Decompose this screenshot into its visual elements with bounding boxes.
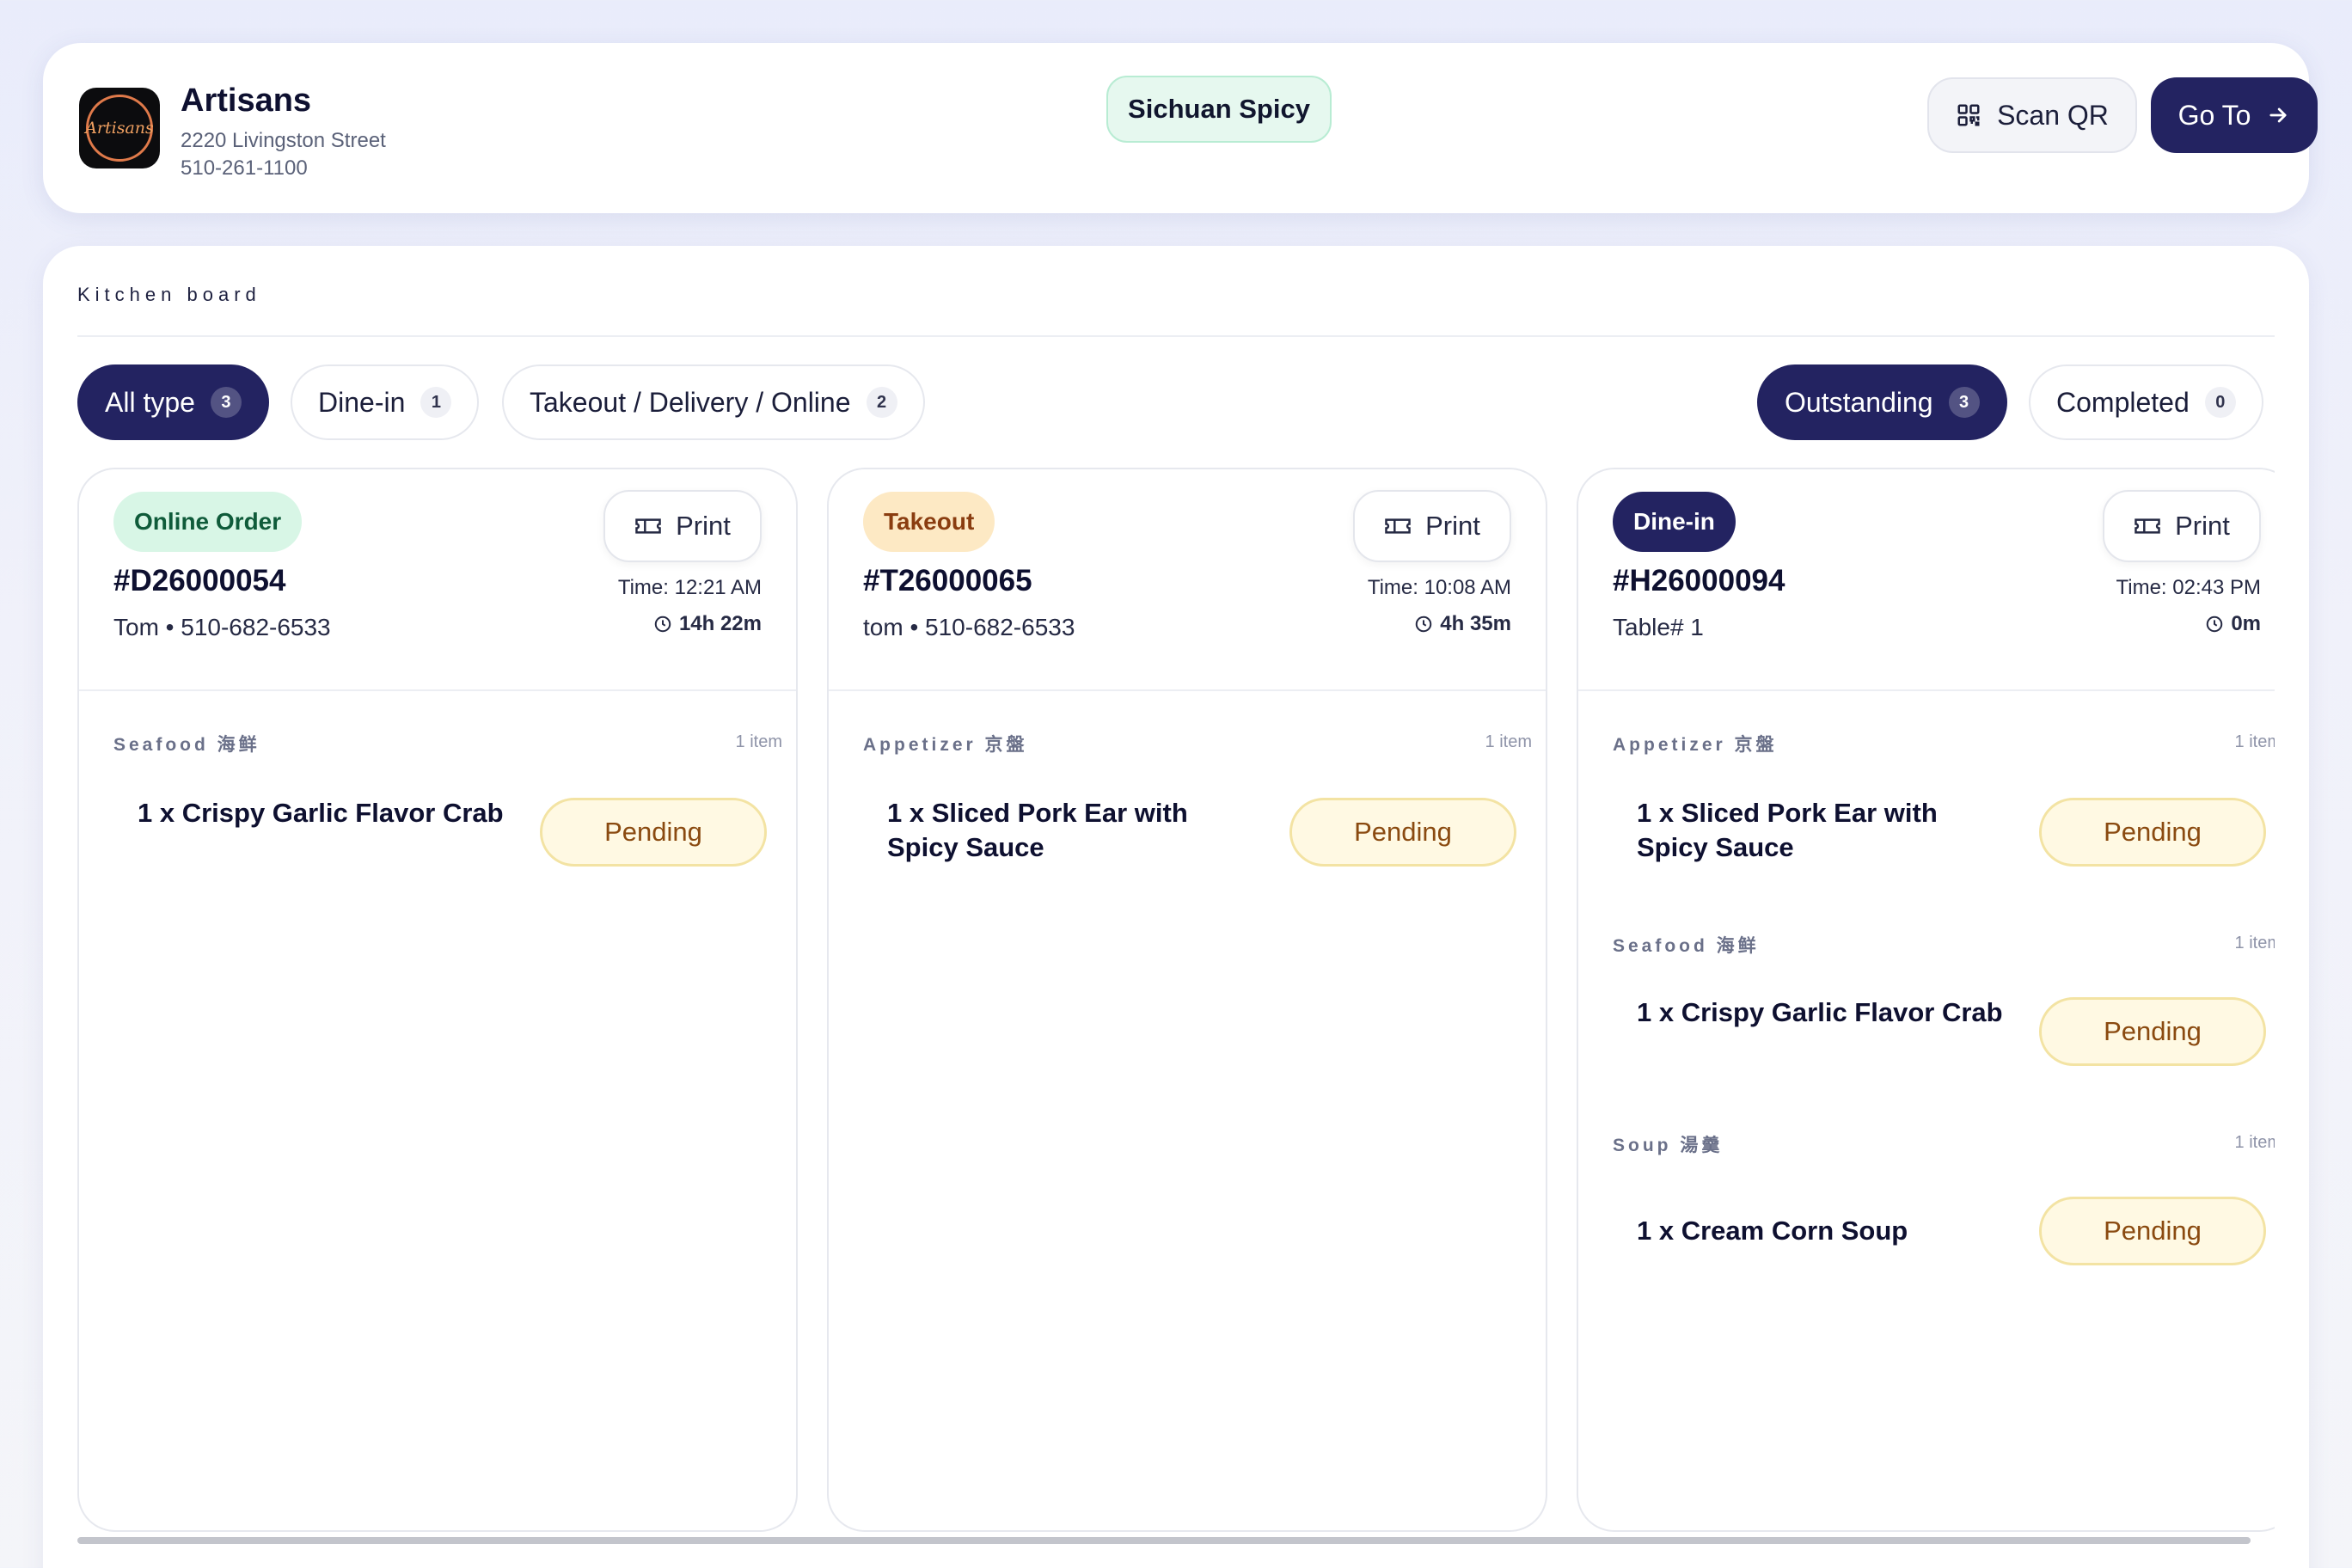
filter-takeout-delivery-online[interactable]: Takeout / Delivery / Online 2 [502,364,925,440]
order-divider [829,689,1546,691]
category-section: Seafood 海鲜 1 item [1613,932,2275,966]
category-section: Soup 湯羹 1 item [1613,1131,2275,1166]
order-item-name: 1 x Sliced Pork Ear with Spicy Sauce [887,798,1188,862]
order-customer: tom • 510-682-6533 [863,614,1075,640]
elapsed-value: 0m [2231,612,2261,635]
restaurant-phone: 510-261-1100 [181,156,308,180]
kitchen-board: Kitchen board All type 3 Dine-in 1 Takeo… [43,246,2309,1568]
restaurant-header: Artisans Artisans 2220 Livingston Street… [43,43,2318,213]
order-item-name: 1 x Sliced Pork Ear with Spicy Sauce [1637,798,1938,862]
filter-label: Dine-in [318,386,406,418]
order-type-badge: Takeout [863,492,995,552]
order-number: #T26000065 [863,564,1032,597]
category-title: Appetizer 京盤 [1613,735,1778,755]
filter-label: All type [105,386,195,418]
order-card: Takeout #T26000065 tom • 510-682-6533 Pr… [827,468,1547,1532]
item-status-button[interactable]: Pending [540,798,767,867]
board-title: Kitchen board [77,284,261,305]
category-title: Seafood 海鲜 [113,735,260,755]
elapsed-value: 4h 35m [1440,612,1511,635]
order-elapsed: 14h 22m [653,612,762,636]
filter-count: 2 [866,387,897,418]
category-section: Appetizer 京盤 1 item [863,731,1532,765]
board-divider [77,335,2275,337]
filter-count: 3 [210,387,242,418]
category-title: Soup 湯羹 [1613,1136,1724,1155]
ticket-icon [1384,514,1412,538]
restaurant-logo: Artisans [79,88,160,168]
order-card: Online Order #D26000054 Tom • 510-682-65… [77,468,798,1532]
order-card: Dine-in #H26000094 Table# 1 Print Time: … [1577,468,2275,1532]
print-label: Print [676,511,731,541]
filter-label: Takeout / Delivery / Online [530,386,851,418]
ticket-icon [634,514,662,538]
item-status-button[interactable]: Pending [2039,798,2266,867]
order-type-badge: Dine-in [1613,492,1736,552]
category-title: Appetizer 京盤 [863,735,1028,755]
ticket-icon [2134,514,2161,538]
order-time: Time: 02:43 PM [2116,576,2261,599]
restaurant-address: 2220 Livingston Street [181,129,386,152]
order-elapsed: 4h 35m [1414,612,1511,636]
qr-code-icon [1956,102,1981,128]
item-status-button[interactable]: Pending [1289,798,1516,867]
filter-outstanding[interactable]: Outstanding 3 [1757,364,2007,440]
print-button[interactable]: Print [1353,490,1511,562]
category-count: 1 item [735,732,782,751]
order-customer: Tom • 510-682-6533 [113,614,331,640]
category-count: 1 item [1485,732,1532,751]
order-number: #H26000094 [1613,564,1785,597]
clock-icon [2205,615,2224,634]
order-number: #D26000054 [113,564,286,597]
scan-qr-button[interactable]: Scan QR [1927,77,2137,153]
arrow-right-icon [2266,103,2290,127]
filter-completed[interactable]: Completed 0 [2029,364,2263,440]
category-count: 1 item [2234,732,2275,751]
filter-dine-in[interactable]: Dine-in 1 [291,364,480,440]
order-columns[interactable]: Online Order #D26000054 Tom • 510-682-65… [77,468,2275,1532]
filter-count: 1 [420,387,452,418]
order-time: Time: 12:21 AM [617,576,762,599]
print-button[interactable]: Print [2103,490,2261,562]
restaurant-name: Artisans [181,83,312,119]
order-divider [79,689,796,691]
print-button[interactable]: Print [603,490,762,562]
filter-count: 0 [2204,387,2236,418]
category-section: Appetizer 京盤 1 item [1613,731,2275,765]
logo-mark: Artisans [85,95,154,162]
order-time: Time: 10:08 AM [1367,576,1511,599]
clock-icon [1414,615,1433,634]
print-label: Print [2175,511,2230,541]
filter-count: 3 [1948,387,1980,418]
order-elapsed: 0m [2205,612,2261,636]
elapsed-value: 14h 22m [678,612,762,635]
order-customer: Table# 1 [1613,614,1704,640]
go-to-button[interactable]: Go To [2151,77,2318,153]
horizontal-scrollbar[interactable] [77,1537,2251,1544]
category-count: 1 item [2234,934,2275,952]
order-item-name: 1 x Cream Corn Soup [1637,1216,1908,1246]
go-to-label: Go To [2177,99,2251,131]
order-divider [1578,689,2275,691]
category-section: Seafood 海鲜 1 item [113,731,782,765]
order-item-name: 1 x Crispy Garlic Flavor Crab [1637,997,2003,1027]
filter-label: Outstanding [1785,386,1933,418]
order-type-badge: Online Order [113,492,303,552]
item-status-button[interactable]: Pending [2039,1197,2266,1265]
category-count: 1 item [2234,1133,2275,1152]
item-status-button[interactable]: Pending [2039,997,2266,1066]
print-label: Print [1425,511,1480,541]
filter-all-type[interactable]: All type 3 [77,364,269,440]
order-item-name: 1 x Crispy Garlic Flavor Crab [138,798,504,828]
clock-icon [653,615,672,634]
category-title: Seafood 海鲜 [1613,936,1760,956]
menu-badge[interactable]: Sichuan Spicy [1106,76,1332,143]
filter-label: Completed [2056,386,2190,418]
scan-qr-label: Scan QR [1997,99,2109,131]
